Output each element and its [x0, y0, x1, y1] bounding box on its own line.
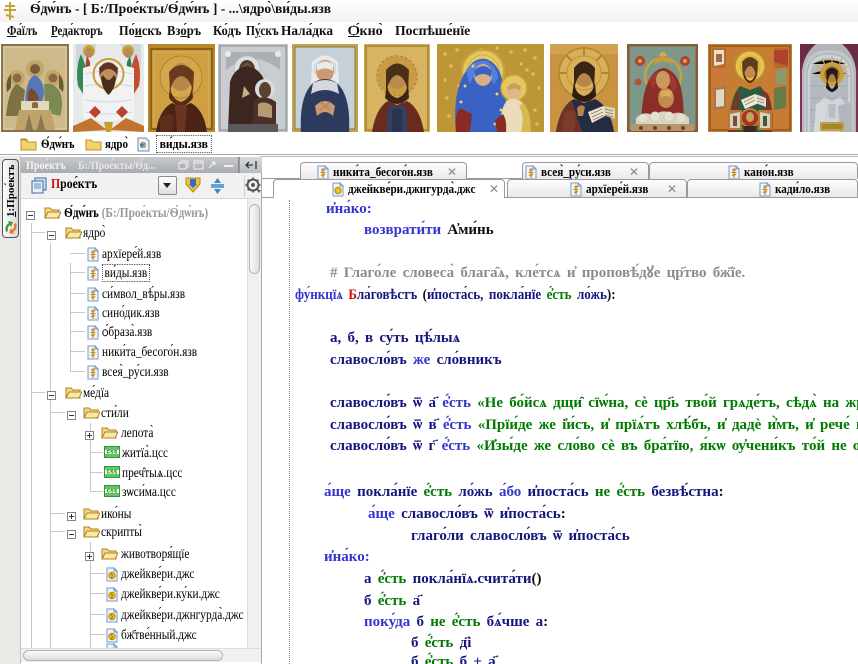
- svg-text:css: css: [107, 469, 118, 476]
- svg-text:css: css: [107, 488, 118, 495]
- svg-text:css: css: [107, 449, 118, 456]
